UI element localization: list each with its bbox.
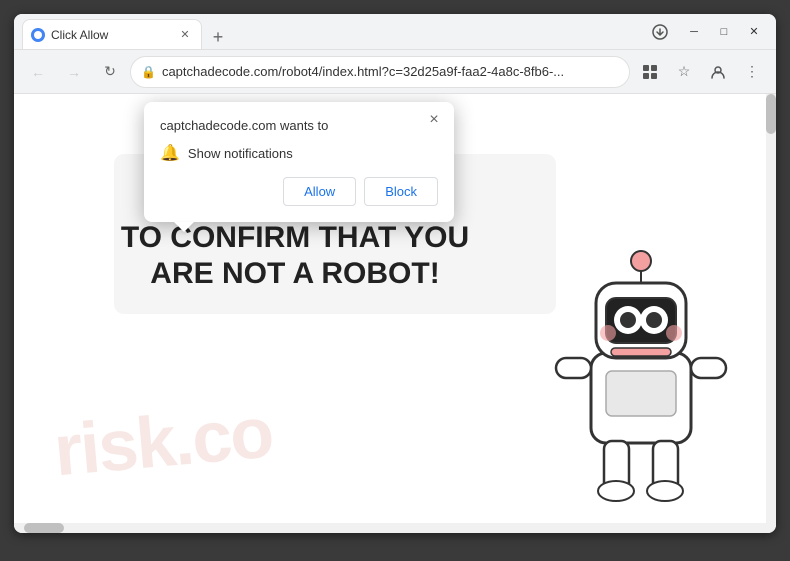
new-tab-button[interactable]: + bbox=[206, 25, 230, 49]
download-icon[interactable] bbox=[644, 16, 676, 48]
horizontal-scrollbar[interactable] bbox=[14, 523, 776, 533]
allow-button[interactable]: Allow bbox=[283, 177, 356, 206]
tab-area: Click Allow ✕ + bbox=[22, 14, 640, 49]
title-bar: Click Allow ✕ + ─ □ ✕ bbox=[14, 14, 776, 50]
popup-notification-row: 🔔 Show notifications bbox=[160, 143, 438, 163]
active-tab[interactable]: Click Allow ✕ bbox=[22, 19, 202, 49]
watermark: risk.co bbox=[51, 392, 275, 493]
scrollbar-thumb[interactable] bbox=[766, 94, 776, 134]
popup-buttons: Allow Block bbox=[160, 177, 438, 206]
tab-label: Click Allow bbox=[51, 28, 171, 42]
tab-favicon bbox=[31, 28, 45, 42]
lock-icon: 🔒 bbox=[141, 65, 156, 79]
horizontal-scrollbar-thumb[interactable] bbox=[24, 523, 64, 533]
tab-close-button[interactable]: ✕ bbox=[177, 27, 193, 43]
popup-title: captchadecode.com wants to bbox=[160, 118, 438, 133]
toolbar: ← → ↻ 🔒 captchadecode.com/robot4/index.h… bbox=[14, 50, 776, 94]
page-content: risk.co CLICK TO CONFIRM THAT YOU ARE NO… bbox=[14, 94, 776, 523]
window-controls: ─ □ ✕ bbox=[680, 18, 768, 46]
popup-arrow bbox=[174, 222, 194, 232]
popup-close-button[interactable]: × bbox=[424, 110, 444, 130]
block-button[interactable]: Block bbox=[364, 177, 438, 206]
profile-button[interactable] bbox=[702, 56, 734, 88]
robot-illustration bbox=[526, 223, 746, 523]
minimize-button[interactable]: ─ bbox=[680, 18, 708, 46]
refresh-button[interactable]: ↻ bbox=[94, 56, 126, 88]
address-bar[interactable]: 🔒 captchadecode.com/robot4/index.html?c=… bbox=[130, 56, 630, 88]
heading-line3: ARE NOT A ROBOT! bbox=[150, 257, 439, 290]
bookmark-button[interactable]: ☆ bbox=[668, 56, 700, 88]
menu-button[interactable]: ⋮ bbox=[736, 56, 768, 88]
maximize-button[interactable]: □ bbox=[710, 18, 738, 46]
back-button[interactable]: ← bbox=[22, 56, 54, 88]
vertical-scrollbar[interactable] bbox=[766, 94, 776, 523]
bell-icon: 🔔 bbox=[160, 143, 180, 163]
address-text: captchadecode.com/robot4/index.html?c=32… bbox=[162, 64, 619, 79]
notification-popup: captchadecode.com wants to × 🔔 Show noti… bbox=[144, 102, 454, 222]
extensions-button[interactable] bbox=[634, 56, 666, 88]
browser-window: Click Allow ✕ + ─ □ ✕ ← bbox=[14, 14, 776, 533]
popup-notification-text: Show notifications bbox=[188, 146, 293, 161]
close-button[interactable]: ✕ bbox=[740, 18, 768, 46]
forward-button[interactable]: → bbox=[58, 56, 90, 88]
toolbar-right: ☆ ⋮ bbox=[634, 56, 768, 88]
